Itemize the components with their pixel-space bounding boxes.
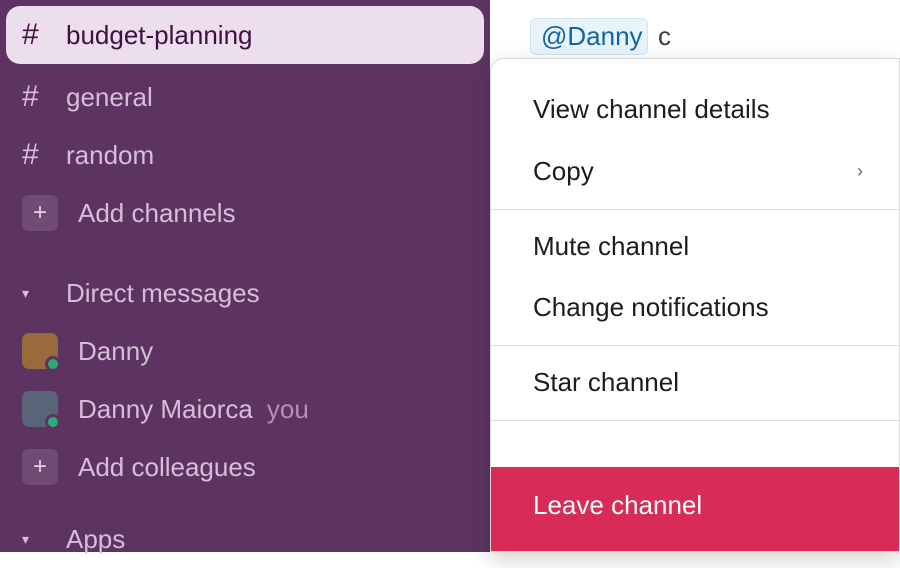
plus-icon: + [22, 449, 58, 485]
menu-separator [491, 345, 899, 346]
add-channels-label: Add channels [78, 198, 236, 229]
dm-section-label: Direct messages [66, 278, 260, 309]
hash-icon: # [22, 18, 66, 52]
avatar [22, 333, 58, 369]
menu-label: Change notifications [533, 291, 769, 325]
menu-separator [491, 420, 899, 421]
menu-label: Copy [533, 155, 594, 189]
menu-leave-channel[interactable]: Leave channel [491, 467, 899, 551]
channel-context-menu: View channel details Copy › Mute channel… [490, 58, 900, 552]
menu-separator [491, 209, 899, 210]
chevron-right-icon: › [857, 160, 863, 183]
mention-text: @Danny [541, 21, 643, 51]
menu-star-channel[interactable]: Star channel [491, 352, 899, 414]
hash-icon: # [22, 80, 66, 114]
message-continuation: c [658, 21, 671, 51]
channel-item-random[interactable]: # random [0, 126, 490, 184]
mention-link[interactable]: @Danny [530, 18, 648, 55]
menu-view-channel-details[interactable]: View channel details [491, 79, 899, 141]
channel-label: random [66, 140, 154, 171]
presence-indicator-icon [45, 414, 61, 430]
dm-label: Danny [78, 336, 153, 367]
dm-label: Danny Maiorca [78, 394, 253, 425]
menu-label: Leave channel [533, 489, 702, 523]
menu-change-notifications[interactable]: Change notifications [491, 277, 899, 339]
menu-copy[interactable]: Copy › [491, 141, 899, 203]
channel-label: budget-planning [66, 20, 253, 51]
apps-section-header[interactable]: ▾ Apps [0, 510, 490, 568]
menu-mute-channel[interactable]: Mute channel [491, 216, 899, 278]
menu-label: View channel details [533, 93, 770, 127]
hash-icon: # [22, 138, 66, 172]
add-channels-button[interactable]: + Add channels [0, 184, 490, 242]
add-colleagues-label: Add colleagues [78, 452, 256, 483]
caret-down-icon: ▾ [22, 531, 66, 548]
presence-indicator-icon [45, 356, 61, 372]
sidebar: # budget-planning # general # random + A… [0, 0, 490, 552]
avatar [22, 391, 58, 427]
caret-down-icon: ▾ [22, 285, 66, 302]
dm-item-self[interactable]: Danny Maiorca you [0, 380, 490, 438]
add-colleagues-button[interactable]: + Add colleagues [0, 438, 490, 496]
channel-item-budget-planning[interactable]: # budget-planning [6, 6, 484, 64]
channel-label: general [66, 82, 153, 113]
dm-section-header[interactable]: ▾ Direct messages [0, 264, 490, 322]
plus-icon: + [22, 195, 58, 231]
channel-item-general[interactable]: # general [0, 68, 490, 126]
you-label: you [267, 394, 309, 425]
dm-item-danny[interactable]: Danny [0, 322, 490, 380]
menu-label: Star channel [533, 366, 679, 400]
menu-label: Mute channel [533, 230, 689, 264]
apps-section-label: Apps [66, 524, 125, 555]
